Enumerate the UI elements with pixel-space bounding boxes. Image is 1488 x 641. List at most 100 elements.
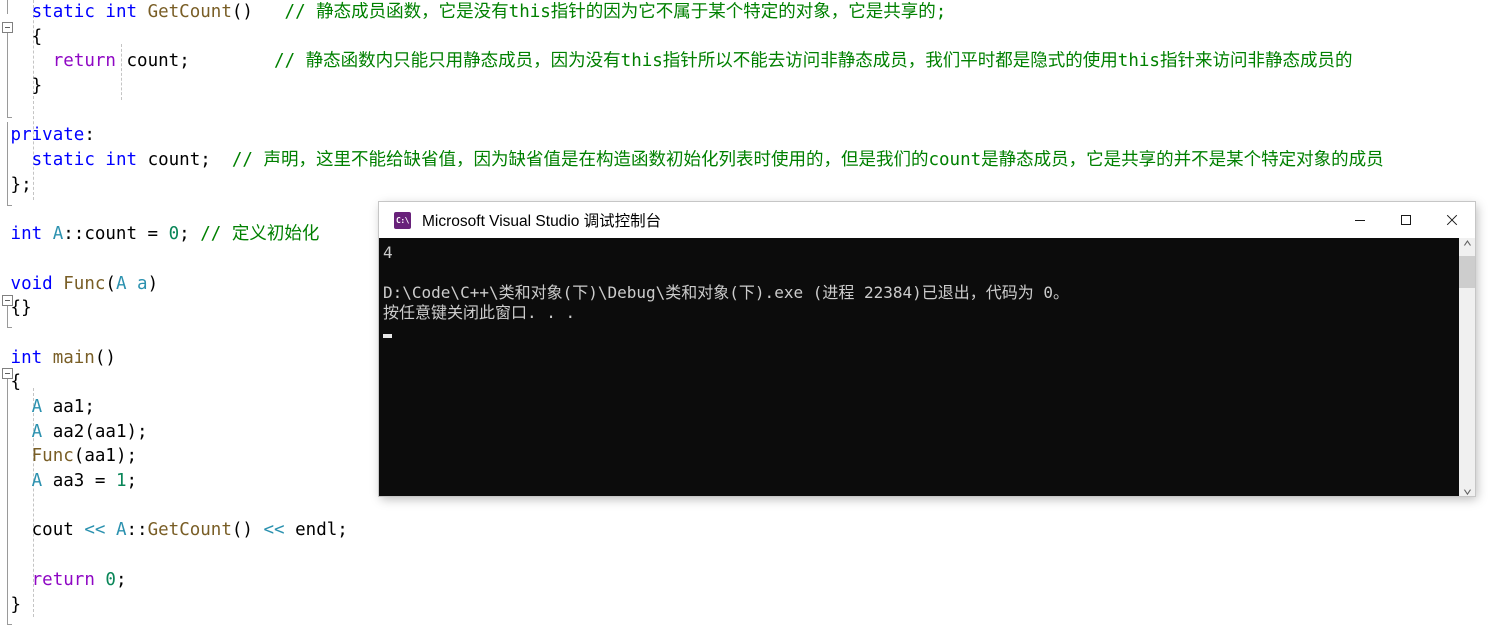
code-line[interactable] bbox=[0, 494, 1488, 519]
code-line[interactable]: } bbox=[0, 593, 1488, 618]
code-line[interactable] bbox=[0, 99, 1488, 124]
code-token: return bbox=[52, 51, 116, 72]
code-line[interactable]: cout << A::GetCount() << endl; bbox=[0, 518, 1488, 543]
code-token: Func bbox=[63, 273, 106, 294]
code-token: count bbox=[147, 150, 201, 171]
console-title-bar[interactable]: Microsoft Visual Studio 调试控制台 bbox=[379, 202, 1475, 238]
code-token: A bbox=[52, 224, 64, 245]
code-line[interactable]: return 0; bbox=[0, 568, 1488, 593]
code-token: 0 bbox=[168, 224, 180, 245]
code-token: () bbox=[231, 520, 253, 541]
code-token: static bbox=[31, 150, 95, 171]
code-token: A bbox=[31, 397, 43, 417]
code-token: << bbox=[84, 520, 106, 541]
console-output[interactable]: 4 D:\Code\C++\类和对象(下)\Debug\类和对象(下).exe … bbox=[379, 238, 1458, 496]
code-token: // 静态成员函数，它是没有this指针的因为它不属于某个特定的对象，它是共享的… bbox=[284, 2, 947, 22]
console-output-line: D:\Code\C++\类和对象(下)\Debug\类和对象(下).exe (进… bbox=[383, 283, 1070, 302]
code-token: ; bbox=[179, 224, 201, 245]
code-token: = bbox=[137, 224, 169, 245]
code-token: ; bbox=[179, 51, 190, 72]
scroll-down-arrow-icon[interactable]: ⌄ bbox=[1459, 478, 1475, 496]
console-title-text: Microsoft Visual Studio 调试控制台 bbox=[422, 213, 662, 230]
debug-console-window[interactable]: Microsoft Visual Studio 调试控制台 bbox=[379, 202, 1475, 496]
code-line[interactable]: }; bbox=[0, 173, 1488, 198]
code-token: aa1; bbox=[42, 397, 95, 417]
code-token: void bbox=[10, 273, 53, 294]
scrollbar-thumb[interactable] bbox=[1459, 256, 1475, 288]
code-token: main bbox=[52, 347, 95, 368]
code-line[interactable]: static int count; // 声明，这里不能给缺省值，因为缺省值是在… bbox=[0, 148, 1488, 173]
console-app-icon bbox=[394, 211, 411, 229]
console-body[interactable]: 4 D:\Code\C++\类和对象(下)\Debug\类和对象(下).exe … bbox=[379, 238, 1475, 496]
code-token: int bbox=[105, 150, 138, 171]
code-line[interactable]: private: bbox=[0, 123, 1488, 148]
code-token: GetCount bbox=[147, 520, 232, 541]
code-token: ; bbox=[126, 471, 138, 492]
console-cursor bbox=[383, 334, 392, 338]
code-token: ( bbox=[105, 273, 116, 294]
console-output-line: 按任意键关闭此窗口. . . bbox=[383, 303, 576, 322]
code-token: // 静态函数内只能只用静态成员，因为没有this指针所以不能去访问非静态成员，… bbox=[274, 51, 1353, 72]
code-token: () bbox=[231, 2, 253, 22]
code-token: 1 bbox=[115, 471, 127, 492]
code-token: static bbox=[31, 2, 95, 22]
code-token: } bbox=[10, 594, 22, 615]
console-scrollbar[interactable]: ⌃ ⌄ bbox=[1458, 238, 1475, 496]
console-output-line: 4 bbox=[383, 243, 393, 262]
fold-bracket-end bbox=[7, 617, 12, 625]
maximize-icon bbox=[1401, 215, 1411, 225]
close-icon bbox=[1446, 214, 1458, 226]
scroll-up-arrow-icon[interactable]: ⌃ bbox=[1459, 238, 1475, 256]
code-line[interactable]: return count; // 静态函数内只能只用静态成员，因为没有this指… bbox=[0, 49, 1488, 74]
code-token: endl bbox=[295, 520, 338, 541]
code-line[interactable]: { bbox=[0, 25, 1488, 50]
code-token: (aa1); bbox=[73, 446, 138, 467]
code-token: int bbox=[10, 224, 43, 245]
code-token: << bbox=[263, 520, 285, 541]
code-token: cout bbox=[31, 520, 74, 541]
code-token: // 定义初始化 bbox=[200, 224, 320, 245]
window-controls bbox=[1337, 202, 1475, 238]
code-token: :: bbox=[63, 224, 85, 245]
code-token: 0 bbox=[105, 569, 116, 590]
code-token: () bbox=[94, 347, 116, 368]
code-line[interactable] bbox=[0, 543, 1488, 568]
code-line[interactable]: static int GetCount() // 静态成员函数，它是没有this… bbox=[0, 0, 1488, 25]
code-token: }; bbox=[10, 174, 32, 195]
code-token: A bbox=[115, 520, 127, 541]
code-token: { bbox=[31, 26, 43, 47]
code-token: ) bbox=[147, 273, 159, 294]
close-button[interactable] bbox=[1429, 202, 1475, 238]
code-token: int bbox=[105, 2, 138, 22]
code-token: ; bbox=[337, 520, 348, 541]
screen-root: static int GetCount() // 静态成员函数，它是没有this… bbox=[0, 0, 1488, 641]
code-token: Func bbox=[31, 446, 74, 467]
code-token: } bbox=[31, 76, 43, 97]
code-token: ; bbox=[200, 150, 211, 171]
code-token: A bbox=[31, 421, 43, 442]
code-token: aa3 = bbox=[42, 471, 116, 492]
code-token: : bbox=[84, 125, 95, 146]
minimize-button[interactable] bbox=[1337, 202, 1383, 238]
code-token: {} bbox=[10, 298, 32, 319]
code-token: A bbox=[31, 471, 43, 492]
maximize-button[interactable] bbox=[1383, 202, 1429, 238]
code-token: A bbox=[115, 273, 127, 294]
code-line[interactable]: } bbox=[0, 74, 1488, 99]
